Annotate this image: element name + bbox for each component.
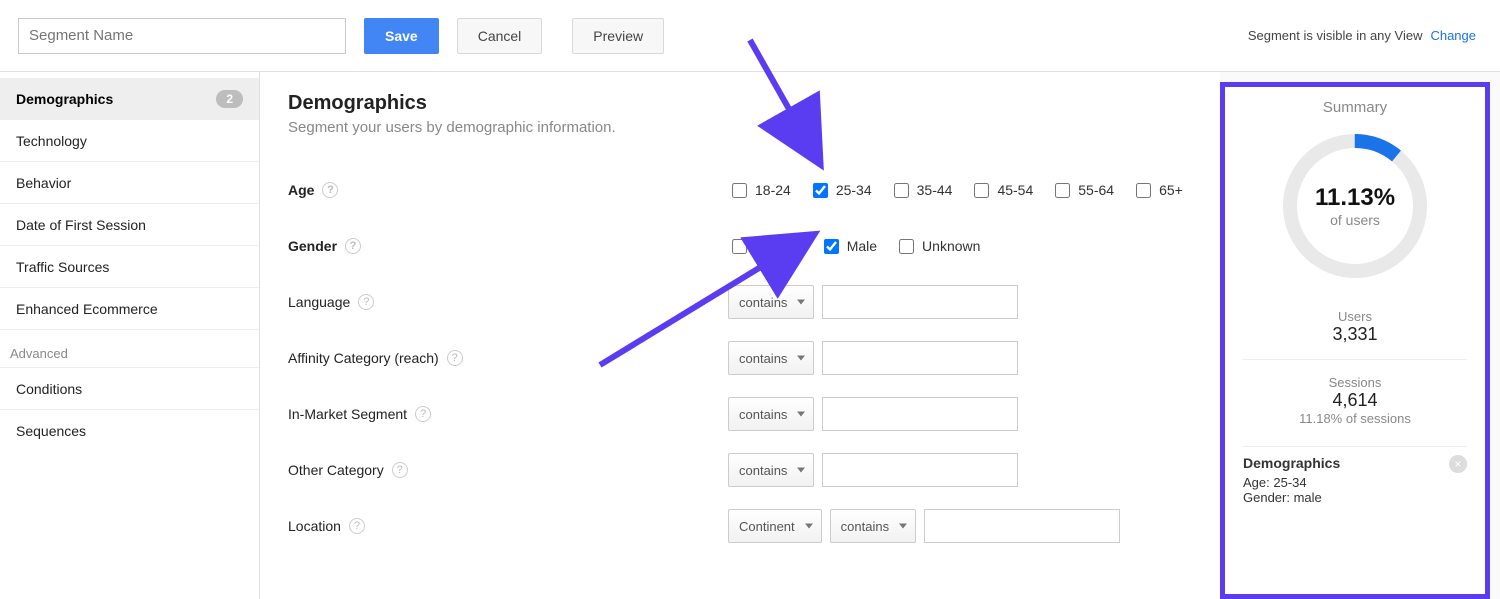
age-options: 18-24 25-34 35-44 45-54 55-64 65+ xyxy=(728,180,1183,201)
age-55-64[interactable]: 55-64 xyxy=(1051,180,1114,201)
location-input[interactable] xyxy=(924,509,1120,543)
cancel-button[interactable]: Cancel xyxy=(457,18,543,54)
sidebar-item-conditions[interactable]: Conditions xyxy=(0,368,259,410)
help-icon[interactable]: ? xyxy=(349,518,365,534)
summary-filter-block: × Demographics Age: 25-34 Gender: male xyxy=(1243,446,1467,505)
age-35-44[interactable]: 35-44 xyxy=(890,180,953,201)
sidebar-item-label: Enhanced Ecommerce xyxy=(16,301,158,317)
age-65-checkbox[interactable] xyxy=(1136,183,1151,198)
sidebar-badge: 2 xyxy=(216,90,243,108)
page-subtitle: Segment your users by demographic inform… xyxy=(288,119,1192,136)
visibility-change-link[interactable]: Change xyxy=(1430,28,1476,43)
gender-options: Female Male Unknown xyxy=(728,236,980,257)
sidebar-item-behavior[interactable]: Behavior xyxy=(0,162,259,204)
location-operator-select[interactable]: contains xyxy=(830,509,916,543)
save-button[interactable]: Save xyxy=(364,18,439,54)
sidebar-item-traffic[interactable]: Traffic Sources xyxy=(0,246,259,288)
filter-line-age: Age: 25-34 xyxy=(1243,475,1467,490)
sidebar-item-label: Sequences xyxy=(16,423,86,439)
summary-donut-chart: 11.13% of users xyxy=(1275,126,1435,286)
summary-title: Summary xyxy=(1243,99,1467,116)
gender-label: Gender xyxy=(288,238,337,254)
affinity-operator-select[interactable]: contains xyxy=(728,341,814,375)
gender-female[interactable]: Female xyxy=(728,236,802,257)
gender-unknown-checkbox[interactable] xyxy=(899,239,914,254)
affinity-label: Affinity Category (reach) xyxy=(288,350,439,366)
sidebar-item-label: Date of First Session xyxy=(16,217,146,233)
sidebar-item-technology[interactable]: Technology xyxy=(0,120,259,162)
help-icon[interactable]: ? xyxy=(392,462,408,478)
gender-female-checkbox[interactable] xyxy=(732,239,747,254)
age-65[interactable]: 65+ xyxy=(1132,180,1183,201)
affinity-input[interactable] xyxy=(822,341,1018,375)
help-icon[interactable]: ? xyxy=(345,238,361,254)
sidebar-item-sequences[interactable]: Sequences xyxy=(0,410,259,452)
age-45-54[interactable]: 45-54 xyxy=(970,180,1033,201)
gender-unknown[interactable]: Unknown xyxy=(895,236,980,257)
summary-panel: Summary 11.13% of users Users 3,331 Sess… xyxy=(1220,82,1490,599)
age-label: Age xyxy=(288,182,314,198)
sessions-value: 4,614 xyxy=(1243,390,1467,411)
filter-line-gender: Gender: male xyxy=(1243,490,1467,505)
age-45-54-checkbox[interactable] xyxy=(974,183,989,198)
help-icon[interactable]: ? xyxy=(358,294,374,310)
sidebar-item-demographics[interactable]: Demographics 2 xyxy=(0,78,259,120)
gender-male-checkbox[interactable] xyxy=(824,239,839,254)
age-35-44-checkbox[interactable] xyxy=(894,183,909,198)
help-icon[interactable]: ? xyxy=(447,350,463,366)
preview-button[interactable]: Preview xyxy=(572,18,664,54)
summary-pct: 11.13% xyxy=(1315,184,1395,212)
location-label: Location xyxy=(288,518,341,534)
filter-title: Demographics xyxy=(1243,455,1467,471)
sidebar-item-label: Behavior xyxy=(16,175,71,191)
users-value: 3,331 xyxy=(1243,324,1467,345)
sessions-pct: 11.18% of sessions xyxy=(1243,411,1467,426)
help-icon[interactable]: ? xyxy=(415,406,431,422)
other-cat-input[interactable] xyxy=(822,453,1018,487)
sidebar-item-label: Demographics xyxy=(16,91,113,107)
location-dimension-select[interactable]: Continent xyxy=(728,509,822,543)
topbar: Save Cancel Preview Segment is visible i… xyxy=(0,0,1500,72)
help-icon[interactable]: ? xyxy=(322,182,338,198)
age-55-64-checkbox[interactable] xyxy=(1055,183,1070,198)
sidebar-item-label: Technology xyxy=(16,133,87,149)
gender-male[interactable]: Male xyxy=(820,236,877,257)
users-label: Users xyxy=(1243,309,1467,324)
language-input[interactable] xyxy=(822,285,1018,319)
sessions-label: Sessions xyxy=(1243,375,1467,390)
main-panel: Demographics Segment your users by demog… xyxy=(260,72,1220,599)
age-18-24-checkbox[interactable] xyxy=(732,183,747,198)
age-25-34[interactable]: 25-34 xyxy=(809,180,872,201)
in-market-input[interactable] xyxy=(822,397,1018,431)
sidebar-section-advanced: Advanced xyxy=(0,330,259,368)
in-market-label: In-Market Segment xyxy=(288,406,407,422)
summary-pct-sub: of users xyxy=(1315,212,1395,228)
sidebar-item-label: Traffic Sources xyxy=(16,259,109,275)
other-cat-operator-select[interactable]: contains xyxy=(728,453,814,487)
page-title: Demographics xyxy=(288,92,1192,115)
visibility-text: Segment is visible in any View xyxy=(1248,28,1423,43)
sidebar-item-ecommerce[interactable]: Enhanced Ecommerce xyxy=(0,288,259,330)
segment-name-input[interactable] xyxy=(18,18,346,54)
sidebar: Demographics 2 Technology Behavior Date … xyxy=(0,72,260,599)
language-label: Language xyxy=(288,294,350,310)
sidebar-item-first-session[interactable]: Date of First Session xyxy=(0,204,259,246)
in-market-operator-select[interactable]: contains xyxy=(728,397,814,431)
age-25-34-checkbox[interactable] xyxy=(813,183,828,198)
other-cat-label: Other Category xyxy=(288,462,384,478)
age-18-24[interactable]: 18-24 xyxy=(728,180,791,201)
sidebar-item-label: Conditions xyxy=(16,381,82,397)
language-operator-select[interactable]: contains xyxy=(728,285,814,319)
close-icon[interactable]: × xyxy=(1449,455,1467,473)
